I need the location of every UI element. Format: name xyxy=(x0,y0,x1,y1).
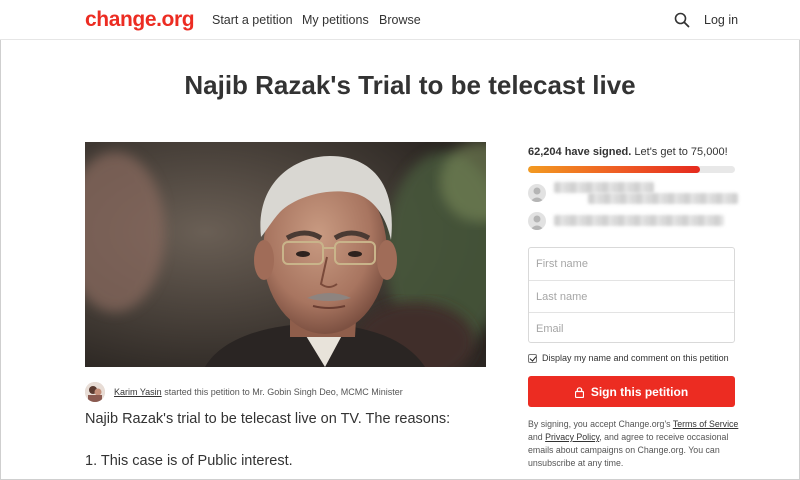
blurred-signer-name xyxy=(554,215,724,226)
progress-fill xyxy=(528,166,700,173)
nav-start-petition[interactable]: Start a petition xyxy=(212,13,293,27)
starter-name-link[interactable]: Karim Yasin xyxy=(114,387,162,397)
privacy-policy-link[interactable]: Privacy Policy xyxy=(545,432,599,442)
sign-form xyxy=(528,247,735,344)
terms-text: By signing, you accept Change.org's xyxy=(528,419,673,429)
login-link[interactable]: Log in xyxy=(704,13,738,27)
goal-text: Let's get to 75,000! xyxy=(631,146,728,158)
signature-progress-bar xyxy=(528,166,735,173)
petition-body-line-2: 1. This case is of Public interest. xyxy=(85,453,293,469)
starter-action: started this petition to Mr. Gobin Singh… xyxy=(161,387,403,397)
petition-starter: Karim Yasin started this petition to Mr.… xyxy=(85,381,505,403)
blurred-signer-name xyxy=(554,182,654,193)
top-header: change.org Start a petition My petitions… xyxy=(0,0,800,40)
last-name-field[interactable] xyxy=(529,280,734,312)
terms-of-service-link[interactable]: Terms of Service xyxy=(673,419,739,429)
lock-icon xyxy=(574,386,584,398)
starter-text: Karim Yasin started this petition to Mr.… xyxy=(114,387,403,397)
email-field[interactable] xyxy=(529,312,734,344)
sign-button-label: Sign this petition xyxy=(590,384,689,399)
petition-title: Najib Razak's Trial to be telecast live xyxy=(184,70,636,100)
portrait-image xyxy=(85,142,486,367)
terms-text: and xyxy=(528,432,546,442)
recent-signer xyxy=(528,212,738,232)
sign-petition-button[interactable]: Sign this petition xyxy=(528,376,735,407)
first-name-field[interactable] xyxy=(529,248,734,280)
blurred-signer-detail xyxy=(588,193,738,204)
nav-browse[interactable]: Browse xyxy=(379,13,421,27)
signed-count: 62,204 have signed. xyxy=(528,146,632,158)
user-avatar-icon xyxy=(528,212,546,230)
change-org-logo[interactable]: change.org xyxy=(85,8,195,32)
display-name-label: Display my name and comment on this peti… xyxy=(542,353,729,363)
petition-photo xyxy=(85,142,486,367)
starter-avatar[interactable] xyxy=(85,382,105,402)
nav-my-petitions[interactable]: My petitions xyxy=(302,13,369,27)
display-name-checkbox[interactable] xyxy=(528,354,537,363)
recent-signer xyxy=(528,182,738,204)
signature-count: 62,204 have signed. Let's get to 75,000! xyxy=(528,146,728,158)
search-icon[interactable] xyxy=(674,12,690,28)
terms-notice: By signing, you accept Change.org's Term… xyxy=(528,418,743,470)
user-avatar-icon xyxy=(528,184,546,202)
petition-body-line-1: Najib Razak's trial to be telecast live … xyxy=(85,411,451,427)
